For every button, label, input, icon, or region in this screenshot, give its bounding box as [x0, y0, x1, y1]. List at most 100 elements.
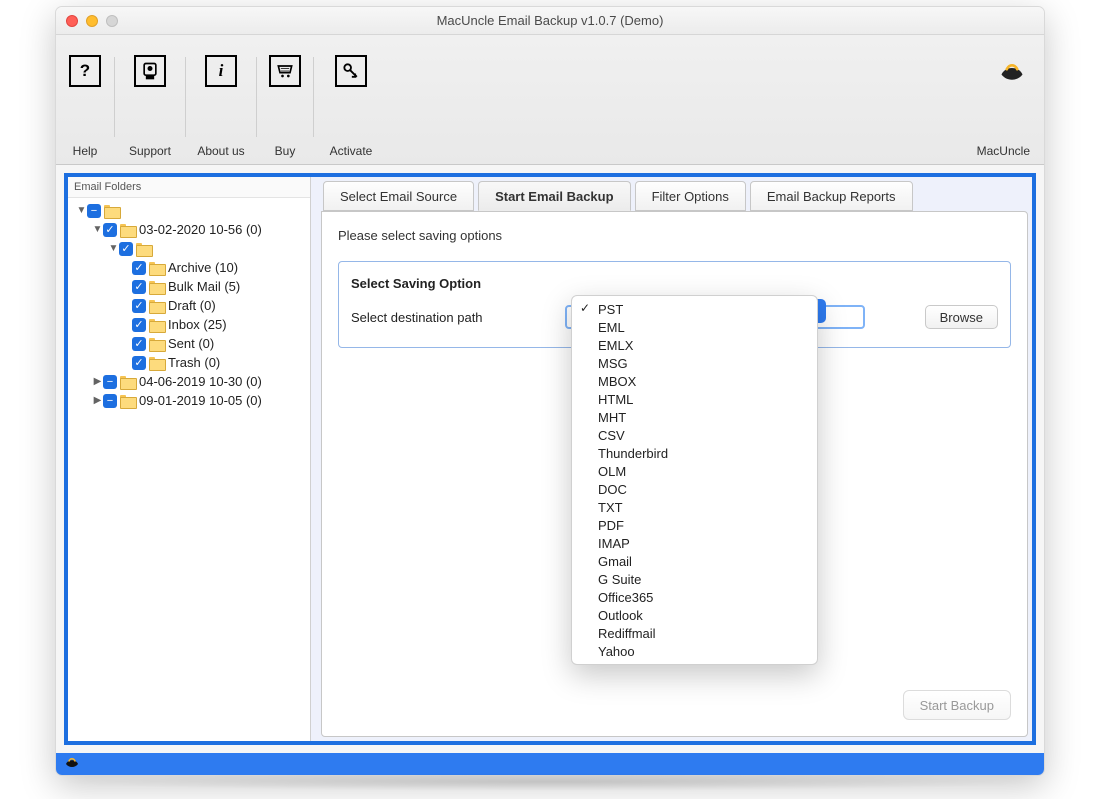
chevron-down-icon[interactable]: [108, 243, 119, 254]
tree-label: Archive (10): [168, 260, 238, 275]
dropdown-item-csv[interactable]: CSV: [572, 426, 817, 444]
dropdown-item-txt[interactable]: TXT: [572, 498, 817, 516]
folder-icon: [149, 319, 164, 331]
saving-option-dropdown[interactable]: PSTEMLEMLXMSGMBOXHTMLMHTCSVThunderbirdOL…: [571, 295, 818, 665]
tab-reports[interactable]: Email Backup Reports: [750, 181, 913, 211]
checkbox-minus-icon[interactable]: −: [103, 375, 117, 389]
folder-icon: [136, 243, 151, 255]
dropdown-item-mbox[interactable]: MBOX: [572, 372, 817, 390]
folder-icon: [120, 395, 135, 407]
tab-filter-options[interactable]: Filter Options: [635, 181, 746, 211]
chevron-down-icon[interactable]: [76, 205, 87, 216]
about-icon: i: [205, 55, 237, 87]
folder-icon: [104, 205, 119, 217]
support-button[interactable]: Support: [115, 35, 185, 164]
start-backup-button[interactable]: Start Backup: [903, 690, 1011, 720]
dropdown-item-imap[interactable]: IMAP: [572, 534, 817, 552]
saving-option-label: Select Saving Option: [351, 276, 529, 291]
tree-archive[interactable]: ✓ Archive (10): [68, 258, 310, 277]
checkbox-check-icon[interactable]: ✓: [132, 337, 146, 351]
browse-button[interactable]: Browse: [925, 305, 998, 329]
dropdown-item-pst[interactable]: PST: [572, 300, 817, 318]
dropdown-item-pdf[interactable]: PDF: [572, 516, 817, 534]
tab-select-source[interactable]: Select Email Source: [323, 181, 474, 211]
help-button[interactable]: ? Help: [56, 35, 114, 164]
tree-label: 04-06-2019 10-30 (0): [139, 374, 262, 389]
tabs: Select Email Source Start Email Backup F…: [321, 181, 1028, 211]
dropdown-item-g-suite[interactable]: G Suite: [572, 570, 817, 588]
dropdown-item-gmail[interactable]: Gmail: [572, 552, 817, 570]
brand-label: MacUncle: [977, 144, 1030, 158]
tab-start-backup[interactable]: Start Email Backup: [478, 181, 631, 211]
titlebar: MacUncle Email Backup v1.0.7 (Demo): [56, 7, 1044, 35]
brand-small-icon: [64, 754, 80, 775]
folder-icon: [149, 262, 164, 274]
dropdown-item-html[interactable]: HTML: [572, 390, 817, 408]
activate-button[interactable]: Activate: [314, 35, 388, 164]
dropdown-item-olm[interactable]: OLM: [572, 462, 817, 480]
about-button[interactable]: i About us: [186, 35, 256, 164]
dest-path-label: Select destination path: [351, 310, 513, 325]
checkbox-check-icon[interactable]: ✓: [103, 223, 117, 237]
toolbar: ? Help Support i About us Buy Activ: [56, 35, 1044, 165]
sidebar-header: Email Folders: [68, 177, 310, 198]
tree-root[interactable]: −: [68, 201, 310, 220]
chevron-down-icon[interactable]: [92, 224, 103, 235]
tree-sent[interactable]: ✓ Sent (0): [68, 334, 310, 353]
checkbox-check-icon[interactable]: ✓: [132, 318, 146, 332]
dropdown-item-mht[interactable]: MHT: [572, 408, 817, 426]
dropdown-item-yahoo[interactable]: Yahoo: [572, 642, 817, 660]
tree-label: Bulk Mail (5): [168, 279, 240, 294]
brand-logo-icon: [998, 57, 1026, 92]
dropdown-item-thunderbird[interactable]: Thunderbird: [572, 444, 817, 462]
dropdown-item-doc[interactable]: DOC: [572, 480, 817, 498]
checkbox-check-icon[interactable]: ✓: [119, 242, 133, 256]
activate-label: Activate: [330, 144, 373, 158]
checkbox-check-icon[interactable]: ✓: [132, 280, 146, 294]
checkbox-check-icon[interactable]: ✓: [132, 261, 146, 275]
tree-label: Sent (0): [168, 336, 214, 351]
tree-label: Trash (0): [168, 355, 220, 370]
tree-inbox[interactable]: ✓ Inbox (25): [68, 315, 310, 334]
buy-button[interactable]: Buy: [257, 35, 313, 164]
folder-icon: [149, 338, 164, 350]
support-icon: [134, 55, 166, 87]
window-title: MacUncle Email Backup v1.0.7 (Demo): [56, 13, 1044, 28]
status-bar: [56, 753, 1044, 775]
instruction-text: Please select saving options: [338, 228, 1011, 243]
dropdown-item-rediffmail[interactable]: Rediffmail: [572, 624, 817, 642]
tree-draft[interactable]: ✓ Draft (0): [68, 296, 310, 315]
tree-trash[interactable]: ✓ Trash (0): [68, 353, 310, 372]
dropdown-item-emlx[interactable]: EMLX: [572, 336, 817, 354]
tree-label: Draft (0): [168, 298, 216, 313]
checkbox-check-icon[interactable]: ✓: [132, 356, 146, 370]
tree-node-1[interactable]: ✓ 03-02-2020 10-56 (0): [68, 220, 310, 239]
folder-icon: [120, 376, 135, 388]
checkbox-check-icon[interactable]: ✓: [132, 299, 146, 313]
dropdown-item-msg[interactable]: MSG: [572, 354, 817, 372]
folder-icon: [149, 357, 164, 369]
help-label: Help: [73, 144, 98, 158]
about-label: About us: [197, 144, 244, 158]
dropdown-item-office365[interactable]: Office365: [572, 588, 817, 606]
folder-icon: [149, 300, 164, 312]
tree-label: 03-02-2020 10-56 (0): [139, 222, 262, 237]
sidebar: Email Folders − ✓ 03-02-2020 10-56 (0): [68, 177, 311, 741]
help-icon: ?: [69, 55, 101, 87]
checkbox-minus-icon[interactable]: −: [87, 204, 101, 218]
buy-icon: [269, 55, 301, 87]
checkbox-minus-icon[interactable]: −: [103, 394, 117, 408]
activate-icon: [335, 55, 367, 87]
tree-node-3[interactable]: − 09-01-2019 10-05 (0): [68, 391, 310, 410]
tree-label: Inbox (25): [168, 317, 227, 332]
support-label: Support: [129, 144, 171, 158]
tree-bulk[interactable]: ✓ Bulk Mail (5): [68, 277, 310, 296]
dropdown-item-eml[interactable]: EML: [572, 318, 817, 336]
tree-node-2[interactable]: − 04-06-2019 10-30 (0): [68, 372, 310, 391]
tree-label: 09-01-2019 10-05 (0): [139, 393, 262, 408]
dropdown-item-outlook[interactable]: Outlook: [572, 606, 817, 624]
chevron-right-icon[interactable]: [92, 376, 103, 387]
folder-icon: [120, 224, 135, 236]
chevron-right-icon[interactable]: [92, 395, 103, 406]
tree-node-1-sub[interactable]: ✓: [68, 239, 310, 258]
